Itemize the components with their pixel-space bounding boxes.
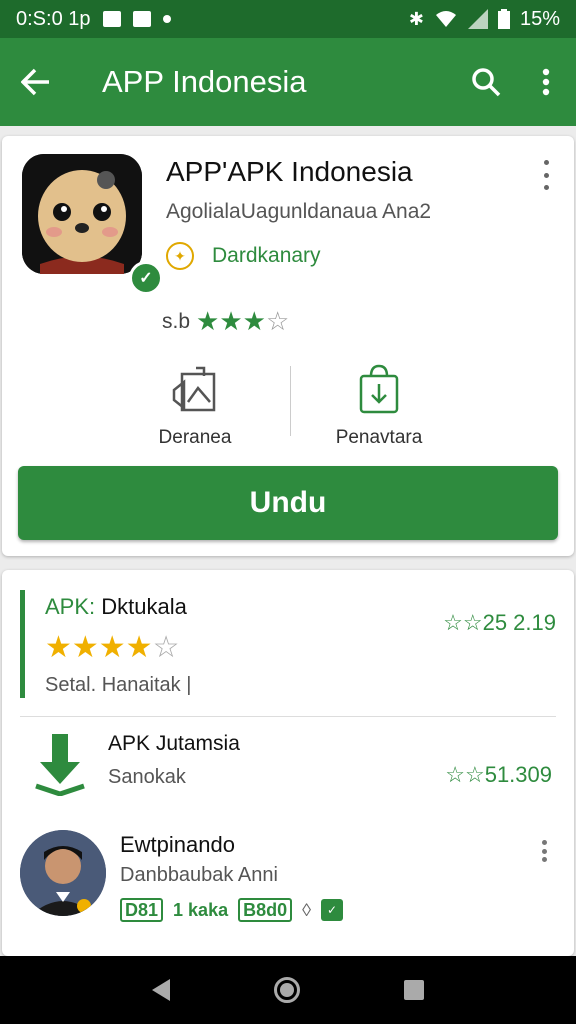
- review-title-rest: Dktukala: [95, 594, 187, 619]
- user-photo-icon: [20, 830, 106, 916]
- signal-icon: [467, 9, 488, 29]
- nav-recents-icon[interactable]: [404, 980, 424, 1000]
- share-action[interactable]: Deranea: [120, 364, 270, 449]
- app-more-button[interactable]: [538, 160, 554, 190]
- system-nav-bar: [0, 956, 576, 1024]
- category-row[interactable]: ✦ Dardkanary: [166, 242, 321, 270]
- status-right: ✱ 15%: [409, 8, 560, 31]
- dot-icon: [162, 15, 171, 23]
- review-subtitle: Setal. Hanaitak |: [45, 674, 192, 696]
- nav-back-icon[interactable]: [152, 979, 170, 1001]
- overflow-menu-button[interactable]: [516, 38, 576, 126]
- review-stars: ★★★★☆: [45, 631, 180, 664]
- status-time: 0:S:0 1p: [16, 7, 91, 30]
- page-title: APP Indonesia: [102, 64, 307, 99]
- status-left: 0:S:0 1p: [16, 8, 409, 31]
- category-badge-icon: ✦: [166, 242, 194, 270]
- more-vert-icon: [542, 68, 550, 96]
- download-bag-icon: [359, 364, 399, 414]
- review-summary[interactable]: APK: Dktukala ★★★★☆ Setal. Hanaitak | ☆☆…: [20, 590, 556, 698]
- back-button[interactable]: [0, 38, 72, 126]
- app-icon[interactable]: ✓: [22, 154, 163, 295]
- download-item-subtitle: Sanokak: [108, 766, 186, 788]
- download-action-label: Penavtara: [335, 427, 423, 448]
- battery-level: 15%: [519, 7, 560, 30]
- download-item-count: ☆☆51.309: [445, 762, 552, 787]
- verified-badge-icon: ✓: [129, 261, 163, 295]
- tag-pill-1: D81: [120, 898, 164, 922]
- mascot-face-icon: [22, 154, 142, 274]
- user-subtitle: Danbbaubak Anni: [120, 864, 278, 886]
- app-name: APP'APK Indonesia: [166, 156, 413, 187]
- section-divider: [20, 716, 556, 717]
- download-action[interactable]: Penavtara: [304, 364, 454, 449]
- badge-mark-icon: ◊: [302, 899, 312, 920]
- app-bar: APP Indonesia: [0, 38, 576, 126]
- wifi-icon: [435, 11, 456, 27]
- media-icon: [132, 11, 151, 27]
- app-info-card: ✓ APP'APK Indonesia AgolialaUagunldanaua…: [2, 136, 574, 556]
- rating-prefix: s.b: [162, 309, 191, 333]
- review-title: APK: Dktukala: [45, 594, 187, 620]
- search-button[interactable]: [456, 38, 516, 126]
- user-tags: D81 1 kaka B8d0 ◊ ✓: [120, 898, 344, 922]
- developer-name[interactable]: AgolialaUagunldanaua Ana2: [166, 200, 431, 224]
- review-title-prefix: APK:: [45, 594, 96, 619]
- status-bar: 0:S:0 1p ✱ 15%: [0, 0, 576, 38]
- bluetooth-icon: ✱: [408, 8, 424, 29]
- share-action-label: Deranea: [158, 427, 232, 448]
- search-icon: [472, 68, 501, 97]
- notification-icon: [102, 11, 121, 27]
- tag-text: 1 kaka: [173, 899, 229, 920]
- download-item-title[interactable]: APK Jutamsia: [108, 732, 240, 756]
- battery-icon: [497, 9, 510, 29]
- rating-stars: ★★★☆: [196, 306, 290, 336]
- tag-pill-2: B8d0: [238, 898, 293, 922]
- install-button[interactable]: Undu: [18, 466, 558, 540]
- category-label: Dardkanary: [212, 244, 321, 267]
- details-card: APK: Dktukala ★★★★☆ Setal. Hanaitak | ☆☆…: [2, 570, 574, 956]
- review-count: ☆☆25 2.19: [443, 610, 556, 635]
- download-arrow-icon: [35, 734, 85, 796]
- avatar[interactable]: [20, 830, 106, 916]
- nav-home-icon[interactable]: [274, 977, 300, 1003]
- share-image-icon: [172, 366, 216, 412]
- shopping-bag-icon: ✓: [321, 899, 344, 921]
- arrow-back-icon: [21, 68, 49, 96]
- user-name[interactable]: Ewtpinando: [120, 832, 235, 858]
- rating-row: s.b ★★★☆: [162, 306, 289, 337]
- user-more-button[interactable]: [536, 840, 552, 862]
- action-divider: [290, 366, 291, 436]
